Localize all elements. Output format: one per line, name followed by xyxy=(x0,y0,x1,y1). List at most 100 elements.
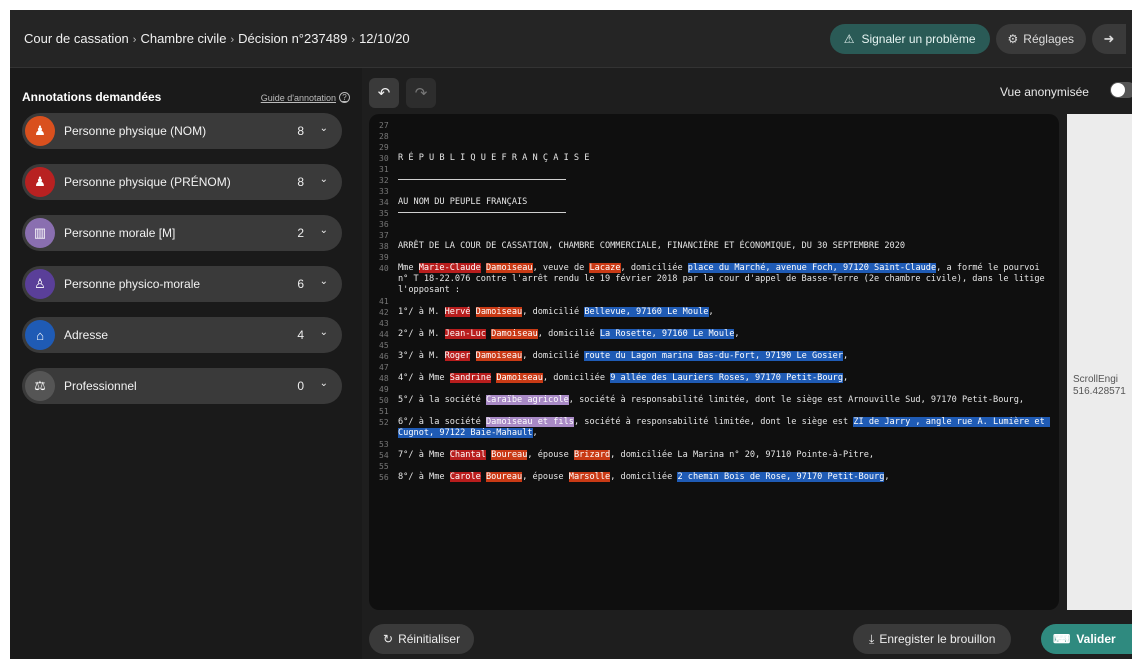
document-line: 51 xyxy=(379,406,1047,417)
house-icon: ⌂ xyxy=(25,320,55,350)
person-building-icon: ♙ xyxy=(25,269,55,299)
category-count: 0 xyxy=(297,379,304,393)
annotation-highlight[interactable]: Brizard xyxy=(573,450,611,460)
logout-button[interactable]: ➜ xyxy=(1092,24,1126,54)
breadcrumb-chamber[interactable]: Chambre civile xyxy=(140,31,226,46)
annotation-highlight[interactable]: Jean-Luc xyxy=(444,329,486,339)
category-label: Personne physique (NOM) xyxy=(64,124,207,138)
annotation-highlight[interactable]: Hervé xyxy=(444,307,471,317)
line-number: 44 xyxy=(379,330,389,339)
redo-button[interactable]: ↷ xyxy=(406,78,436,108)
document-line: 28 xyxy=(379,131,1047,142)
annotation-highlight[interactable]: Caraïbe agricole xyxy=(485,395,569,405)
sidebar-header: Annotations demandées Guide d'annotation… xyxy=(22,90,350,110)
chevron-down-icon[interactable]: ⌄ xyxy=(320,225,328,236)
document-line: 42 1°/ à M. Hervé Damoiseau, domicilié Be… xyxy=(379,307,1047,318)
line-number: 50 xyxy=(379,396,389,405)
breadcrumb-court[interactable]: Cour de cassation xyxy=(24,31,129,46)
annotation-highlight[interactable]: Boureau xyxy=(491,450,528,460)
person-icon: ♟ xyxy=(25,116,55,146)
line-text xyxy=(398,230,1047,241)
reset-button[interactable]: ↻ Réinitialiser xyxy=(369,624,475,654)
text-segment: , domiciliée La Marina n° 20, 97110 Poin… xyxy=(610,450,875,460)
text-segment: , domicilié xyxy=(522,307,585,317)
annotation-highlight[interactable]: Carole xyxy=(449,472,481,482)
document-text: 27 28 29 30 R É P U B L I Q U E F R A N Ç… xyxy=(379,120,1050,483)
line-number: 53 xyxy=(379,440,389,449)
document-line: 41 xyxy=(379,296,1047,307)
annotation-highlight[interactable]: 2 chemin Bois de Rose, 97170 Petit-Bourg xyxy=(677,472,885,482)
document-line: 37 xyxy=(379,230,1047,241)
line-number: 52 xyxy=(379,418,389,427)
settings-button[interactable]: ⚙ Réglages xyxy=(995,24,1086,54)
annotation-highlight[interactable]: Marsolle xyxy=(568,472,611,482)
text-segment xyxy=(470,351,475,361)
scales-icon: ⚖ xyxy=(25,371,55,401)
annotation-highlight[interactable]: Damoiseau xyxy=(475,307,523,317)
category-label: Adresse xyxy=(64,328,109,342)
chevron-down-icon[interactable]: ⌄ xyxy=(320,123,328,134)
annotation-guide-link[interactable]: Guide d'annotation ? xyxy=(261,92,350,103)
category-personne-physique-prénom[interactable]: ♟ Personne physique (PRÉNOM) 8 ⌄ xyxy=(22,164,342,200)
chevron-down-icon[interactable]: ⌄ xyxy=(320,378,328,389)
chevron-down-icon[interactable]: ⌄ xyxy=(320,327,328,338)
reset-icon: ↻ xyxy=(383,632,394,646)
save-draft-button[interactable]: ⤓ Enregister le brouillon xyxy=(853,624,1012,654)
line-number: 32 xyxy=(379,176,389,185)
annotation-highlight[interactable]: route du Lagon marina Bas-du-Fort, 97190… xyxy=(584,351,844,361)
document-viewer[interactable]: 27 28 29 30 R É P U B L I Q U E F R A N Ç… xyxy=(369,114,1059,610)
annotation-highlight[interactable]: Boureau xyxy=(485,472,523,482)
text-segment xyxy=(470,307,475,317)
category-adresse[interactable]: ⌂ Adresse 4 ⌄ xyxy=(22,317,342,353)
document-line: 40 Mme Marie-Claude Damoiseau, veuve de L… xyxy=(379,263,1047,296)
save-draft-label: Enregister le brouillon xyxy=(879,632,996,646)
building-icon: ▥ xyxy=(25,218,55,248)
document-line: 32 xyxy=(379,175,1047,186)
annotation-highlight[interactable]: Damoiseau xyxy=(485,263,533,273)
chevron-down-icon[interactable]: ⌄ xyxy=(320,276,328,287)
validate-button[interactable]: ⌨ Valider xyxy=(1041,624,1132,654)
text-segment: 1°/ à M. xyxy=(398,307,445,317)
annotation-highlight[interactable]: Damoiseau xyxy=(491,329,538,339)
breadcrumb-decision[interactable]: Décision n°237489 xyxy=(238,31,347,46)
anonymized-view-toggle[interactable] xyxy=(1110,82,1132,98)
screen-frame: Cour de cassation › Chambre civile › Décisio… xyxy=(0,0,1132,659)
text-segment: , xyxy=(884,472,890,482)
annotation-highlight[interactable]: Sandrine xyxy=(449,373,492,383)
line-text: Mme Marie-Claude Damoiseau, veuve de Lac… xyxy=(398,263,1047,296)
document-line: 30 R É P U B L I Q U E F R A N Ç A I S E xyxy=(379,153,1047,164)
category-personne-physico-morale[interactable]: ♙ Personne physico-morale 6 ⌄ xyxy=(22,266,342,302)
category-personne-morale-m[interactable]: ▥ Personne morale [M] 2 ⌄ xyxy=(22,215,342,251)
chevron-down-icon[interactable]: ⌄ xyxy=(320,174,328,185)
annotation-highlight[interactable]: Damoiseau et fils xyxy=(485,417,574,427)
category-label: Professionnel xyxy=(64,379,137,393)
category-personne-physique-nom[interactable]: ♟ Personne physique (NOM) 8 ⌄ xyxy=(22,113,342,149)
annotation-highlight[interactable]: Bellevue, 97160 Le Moule xyxy=(584,307,709,317)
line-text xyxy=(398,208,1047,219)
reset-label: Réinitialiser xyxy=(398,632,461,646)
annotation-highlight[interactable]: Damoiseau xyxy=(496,373,543,383)
annotation-highlight[interactable]: place du Marché, avenue Foch, 97120 Sain… xyxy=(687,263,937,273)
line-number: 35 xyxy=(379,209,389,218)
annotation-highlight[interactable]: 9 allée des Lauriers Roses, 97170 Petit-… xyxy=(610,373,844,383)
separator-rule xyxy=(398,212,566,213)
text-segment: 5°/ à la société xyxy=(398,395,486,405)
annotation-highlight[interactable]: Lacaze xyxy=(589,263,621,273)
line-text xyxy=(398,252,1047,263)
annotation-highlight[interactable]: Marie-Claude xyxy=(418,263,481,273)
annotation-highlight[interactable]: Damoiseau xyxy=(475,351,523,361)
undo-button[interactable]: ↶ xyxy=(369,78,399,108)
line-number: 51 xyxy=(379,407,389,416)
category-professionnel[interactable]: ⚖ Professionnel 0 ⌄ xyxy=(22,368,342,404)
annotation-highlight[interactable]: Roger xyxy=(444,351,471,361)
minimap-line: ScrollEngi xyxy=(1073,374,1119,385)
line-text: ARRÊT DE LA COUR DE CASSATION, CHAMBRE C… xyxy=(398,241,1047,252)
category-count: 6 xyxy=(297,277,304,291)
annotation-highlight[interactable]: La Rosette, 97160 Le Moule xyxy=(599,329,735,339)
document-minimap[interactable]: ScrollEngi 516.428571 xyxy=(1067,114,1132,610)
document-line: 46 3°/ à M. Roger Damoiseau, domicilié ro… xyxy=(379,351,1047,362)
report-problem-button[interactable]: ⚠ Signaler un problème xyxy=(829,24,990,54)
line-number: 48 xyxy=(379,374,389,383)
annotation-highlight[interactable]: Chantal xyxy=(449,450,486,460)
minimap-line: 516.428571 xyxy=(1073,386,1126,397)
